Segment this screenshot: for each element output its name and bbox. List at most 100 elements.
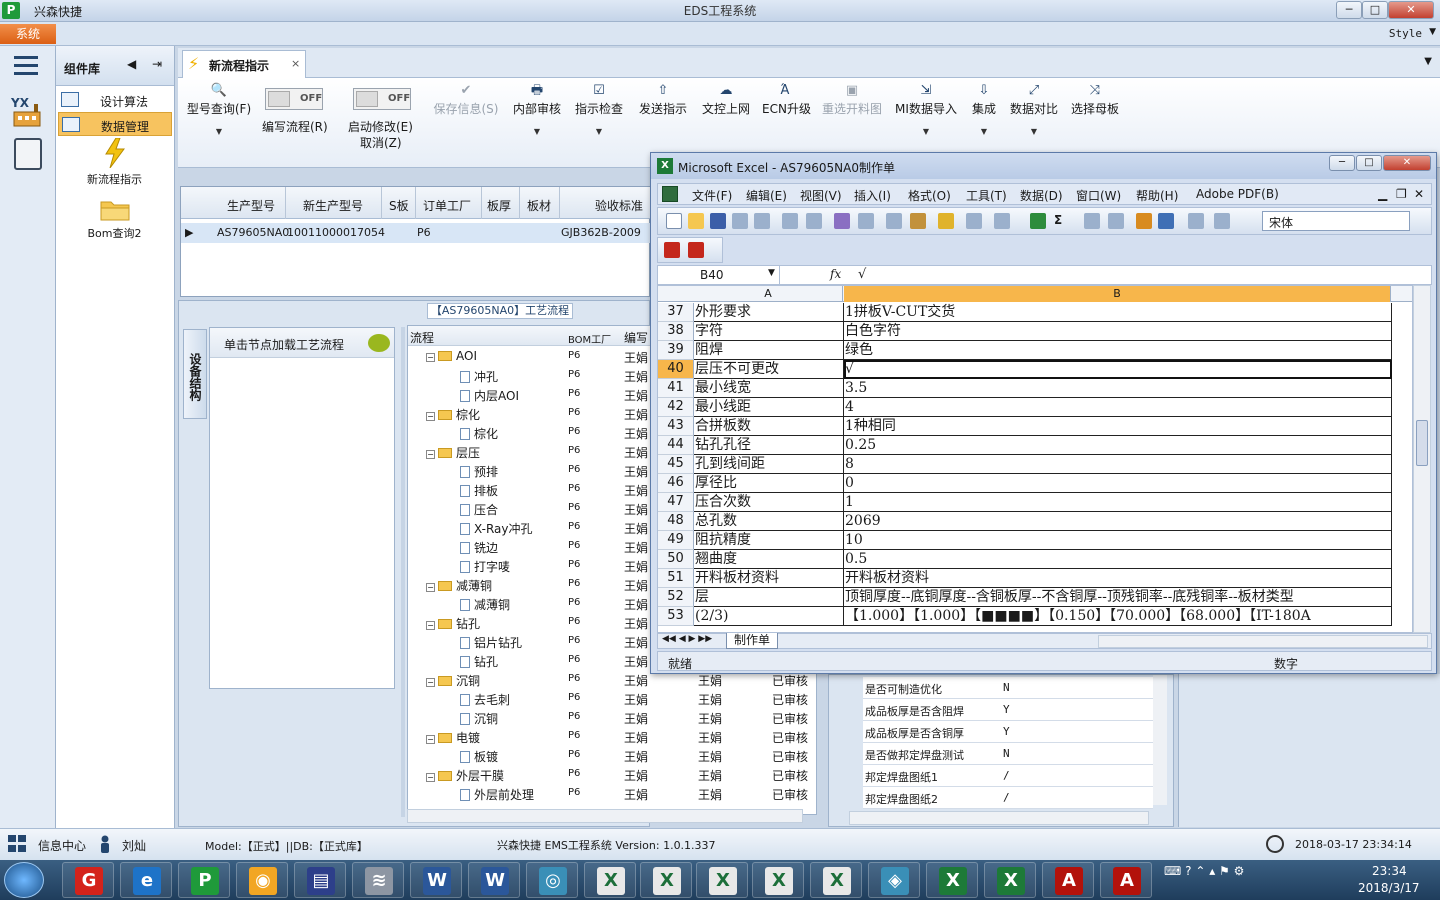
tab-equipment-structure[interactable]: 设备结构 (183, 329, 207, 419)
taskbar-word-icon[interactable]: W (410, 862, 462, 898)
taskbar-floppy-icon[interactable]: ▤ (294, 862, 346, 898)
write-flow-toggle[interactable]: OFF (265, 88, 323, 110)
minimize-button[interactable]: ─ (1336, 1, 1362, 19)
horizontal-scrollbar[interactable] (407, 809, 803, 823)
print-preview-icon[interactable] (782, 213, 798, 229)
row-header[interactable]: 37 (658, 303, 694, 322)
new-icon[interactable] (666, 213, 682, 229)
library-bom-query2[interactable]: Bom查询2 (56, 196, 173, 241)
cell-b[interactable]: 绿色 (844, 341, 1392, 360)
taskbar-excel-green-icon[interactable]: X (926, 862, 978, 898)
spelling-icon[interactable] (806, 213, 822, 229)
taskbar-ie-icon[interactable]: e (120, 862, 172, 898)
cell-b[interactable]: 10 (844, 531, 1392, 550)
drawing-icon[interactable] (1158, 213, 1174, 229)
excel-maximize-button[interactable]: □ (1356, 155, 1382, 171)
property-row[interactable]: 成品板厚是否含阻焊 Y (863, 699, 1153, 721)
chevron-down-icon[interactable]: ▼ (1429, 27, 1436, 37)
cell-a[interactable]: 阻焊 (694, 341, 844, 360)
print-icon[interactable] (754, 213, 770, 229)
row-header[interactable]: 47 (658, 493, 694, 512)
row-header[interactable]: 52 (658, 588, 694, 607)
mi-import-button[interactable]: ⇲ MI数据导入 ▼ (894, 82, 958, 154)
taskbar-excel-icon-2[interactable]: X (640, 862, 692, 898)
open-icon[interactable] (688, 213, 704, 229)
maximize-button[interactable]: □ (1362, 1, 1388, 19)
cell-b[interactable]: 1 (844, 493, 1392, 512)
property-row[interactable]: 邦定焊盘图纸1 / (863, 765, 1153, 787)
menu-help[interactable]: 帮助(H) (1136, 187, 1178, 204)
taskbar-time[interactable]: 23:34 (1372, 864, 1407, 878)
cell-a[interactable]: (2/3) (694, 607, 844, 626)
tree-header-cell[interactable]: 编写 (624, 329, 648, 346)
format-painter-icon[interactable] (938, 213, 954, 229)
menu-icon[interactable] (14, 56, 38, 76)
row-header[interactable]: 48 (658, 512, 694, 531)
taskbar-excel-icon-4[interactable]: X (752, 862, 804, 898)
collapse-icon[interactable]: − (426, 583, 435, 592)
property-value[interactable]: / (1003, 769, 1010, 782)
library-item-design-algorithm[interactable]: 设计算法 (58, 88, 172, 112)
zoom-icon[interactable] (1188, 213, 1204, 229)
model-query-button[interactable]: 🔍 型号查询(F) ▼ (184, 82, 254, 154)
horizontal-scrollbar[interactable] (849, 811, 1149, 825)
menu-window[interactable]: 窗口(W) (1076, 187, 1121, 204)
tree-step-node[interactable]: 板镀 P6 王娟 王娟 已审核 (408, 747, 816, 766)
row-header[interactable]: 40 (658, 360, 694, 379)
grid-header-cell[interactable]: 验收标准 (595, 197, 643, 214)
column-header-a[interactable]: A (694, 286, 843, 302)
start-button[interactable] (4, 862, 44, 898)
grid-header-cell[interactable]: 新生产型号 (303, 197, 363, 214)
chart-wizard-icon[interactable] (1136, 213, 1152, 229)
property-value[interactable]: Y (1003, 703, 1010, 716)
cell-b[interactable]: 0.5 (844, 550, 1392, 569)
row-header[interactable]: 41 (658, 379, 694, 398)
chevron-down-icon[interactable]: ▼ (768, 268, 775, 278)
undo-icon[interactable] (966, 213, 982, 229)
cell-a[interactable]: 层 (694, 588, 844, 607)
chevron-down-icon[interactable]: ▼ (1424, 56, 1432, 67)
doc-minimize-icon[interactable]: ▁ (1378, 187, 1387, 201)
collapse-icon[interactable]: − (426, 450, 435, 459)
internal-review-button[interactable]: 🖶 内部审核 ▼ (512, 82, 562, 154)
taskbar-app-red[interactable]: G (62, 862, 114, 898)
row-header[interactable]: 45 (658, 455, 694, 474)
cell-b[interactable]: 白色字符 (844, 322, 1392, 341)
property-row[interactable]: 成品板厚是否含铜厚 Y (863, 721, 1153, 743)
sort-descending-icon[interactable] (1108, 213, 1124, 229)
cell-a[interactable]: 阻抗精度 (694, 531, 844, 550)
calculator-icon[interactable] (14, 138, 42, 170)
sort-ascending-icon[interactable] (1084, 213, 1100, 229)
formula-input[interactable]: √ (858, 267, 866, 282)
scroll-thumb[interactable] (1416, 420, 1428, 466)
menu-file[interactable]: 文件(F) (692, 187, 732, 204)
taskbar-excel-icon-3[interactable]: X (696, 862, 748, 898)
instruction-check-button[interactable]: ☑ 指示检查 ▼ (574, 82, 624, 154)
tree-step-node[interactable]: 外层前处理 P6 王娟 王娟 已审核 (408, 785, 816, 804)
grid-icon[interactable] (8, 835, 28, 853)
cell-b[interactable]: 1拼板V-CUT交货 (844, 303, 1392, 322)
style-menu[interactable]: Style (1389, 27, 1422, 40)
row-header[interactable]: 51 (658, 569, 694, 588)
cell-a[interactable]: 钻孔孔径 (694, 436, 844, 455)
vertical-scrollbar[interactable] (1413, 285, 1431, 633)
taskbar-acrobat-icon-2[interactable]: A (1100, 862, 1152, 898)
doc-restore-icon[interactable]: ❐ (1396, 187, 1407, 201)
menu-edit[interactable]: 编辑(E) (746, 187, 787, 204)
row-header[interactable]: 38 (658, 322, 694, 341)
cell-a[interactable]: 层压不可更改 (694, 360, 844, 379)
cell-b[interactable]: √ (844, 360, 1392, 379)
menu-adobe-pdf[interactable]: Adobe PDF(B) (1196, 187, 1279, 201)
yx-factory-icon[interactable]: YX (10, 94, 44, 130)
row-header[interactable]: 46 (658, 474, 694, 493)
help-icon[interactable] (1214, 213, 1230, 229)
tree-header-cell[interactable]: 流程 (410, 329, 434, 346)
tree-folder-node[interactable]: − 外层干膜 P6 王娟 王娟 已审核 (408, 766, 816, 785)
save-icon[interactable] (710, 213, 726, 229)
row-header[interactable]: 42 (658, 398, 694, 417)
cell-a[interactable]: 翘曲度 (694, 550, 844, 569)
column-header-b[interactable]: B (844, 286, 1391, 302)
cell-b[interactable]: 【1.000】【1.000】【■■■■】【0.150】【70.000】【68.0… (844, 607, 1392, 626)
close-icon[interactable]: × (291, 57, 300, 70)
property-value[interactable]: / (1003, 791, 1010, 804)
